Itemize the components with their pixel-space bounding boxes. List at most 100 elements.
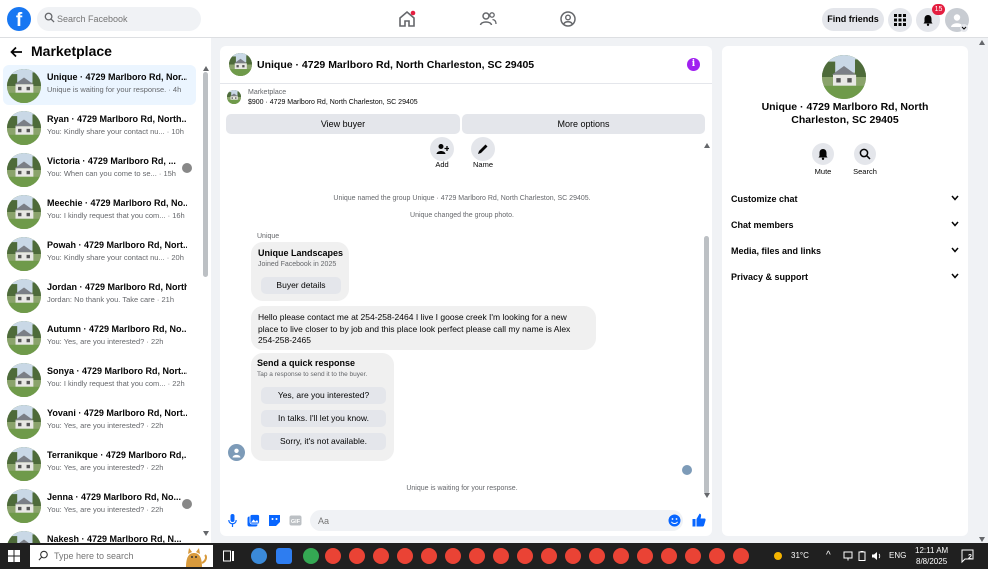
quick-response-yes[interactable]: Yes, are you interested? [261, 387, 386, 404]
taskbar-app-icon[interactable] [251, 548, 267, 564]
chrome-icon[interactable] [493, 548, 509, 564]
listing-price-address[interactable]: $900 · 4729 Marlboro Rd, North Charlesto… [248, 99, 418, 106]
emoji-icon[interactable] [668, 514, 681, 527]
chat-scrollbar[interactable] [704, 236, 709, 494]
chrome-icon[interactable] [469, 548, 485, 564]
privacy-support-section[interactable]: Privacy & support [731, 268, 963, 286]
facebook-logo[interactable]: f [7, 7, 31, 31]
name-group-button[interactable] [471, 137, 495, 161]
shield-app-icon[interactable] [276, 548, 292, 564]
clock-date[interactable]: 8/8/2025 [916, 557, 947, 566]
microphone-icon[interactable] [228, 514, 237, 527]
message-input-box[interactable] [310, 510, 683, 531]
search-input[interactable] [57, 11, 195, 27]
page-scroll-up-arrow[interactable] [979, 40, 985, 45]
search-box[interactable] [37, 7, 201, 31]
conversation-item[interactable]: Sonya · 4729 Marlboro Rd, Nort... You: I… [3, 359, 196, 399]
chrome-icon[interactable] [709, 548, 725, 564]
conversation-item[interactable]: Yovani · 4729 Marlboro Rd, Nort... You: … [3, 401, 196, 441]
chrome-icon[interactable] [421, 548, 437, 564]
battery-icon[interactable] [857, 551, 867, 561]
quick-response-in-talks[interactable]: In talks. I'll let you know. [261, 410, 386, 427]
sidebar-scrollbar[interactable] [203, 72, 208, 277]
scroll-down-arrow[interactable] [704, 493, 710, 498]
clock-time[interactable]: 12:11 AM [915, 546, 948, 555]
conversation-item[interactable]: Victoria · 4729 Marlboro Rd, ... You: Wh… [3, 149, 196, 189]
back-arrow-icon[interactable] [10, 46, 23, 58]
chrome-icon[interactable] [349, 548, 365, 564]
buyer-details-button[interactable]: Buyer details [261, 277, 341, 294]
find-friends-button[interactable]: Find friends [822, 8, 884, 31]
chrome-icon[interactable] [325, 548, 341, 564]
chat-members-section[interactable]: Chat members [731, 216, 963, 234]
chat-avatar[interactable] [229, 53, 252, 76]
taskbar-search-box[interactable] [30, 545, 213, 567]
chrome-icon[interactable] [565, 548, 581, 564]
mute-button[interactable] [812, 143, 834, 165]
conversation-item[interactable]: Meechie · 4729 Marlboro Rd, No... You: I… [3, 191, 196, 231]
chrome-icon[interactable] [637, 548, 653, 564]
chevron-up-icon[interactable]: ^ [826, 550, 831, 561]
search-in-chat-button[interactable] [854, 143, 876, 165]
chrome-icon[interactable] [397, 548, 413, 564]
groups-icon[interactable] [558, 9, 578, 29]
chrome-icon[interactable] [661, 548, 677, 564]
chrome-icon[interactable] [685, 548, 701, 564]
chrome-icon[interactable] [733, 548, 749, 564]
svg-text:GIF: GIF [291, 519, 301, 525]
weather-temperature[interactable]: 31°C [791, 551, 809, 560]
weather-sun-icon[interactable] [771, 549, 785, 563]
conversation-item[interactable]: Terranikque · 4729 Marlboro Rd,... You: … [3, 443, 196, 483]
section-label: Customize chat [731, 194, 798, 204]
taskbar-search-input[interactable] [54, 549, 174, 563]
marketplace-sidebar: Marketplace Unique · 4729 Marlboro Rd, N… [0, 38, 211, 543]
more-options-button[interactable]: More options [462, 114, 705, 134]
conversation-item[interactable]: Unique · 4729 Marlboro Rd, Nor... Unique… [3, 65, 196, 105]
search-label: Search [853, 167, 877, 176]
home-icon[interactable] [397, 9, 417, 29]
chat-title[interactable]: Unique · 4729 Marlboro Rd, North Charles… [257, 59, 534, 71]
scroll-up-arrow[interactable] [704, 143, 710, 148]
scroll-up-arrow[interactable] [203, 66, 209, 71]
media-files-links-section[interactable]: Media, files and links [731, 242, 963, 260]
chrome-icon[interactable] [517, 548, 533, 564]
chrome-icon[interactable] [303, 548, 319, 564]
message-input[interactable] [318, 513, 658, 528]
scroll-down-arrow[interactable] [203, 531, 209, 536]
conversation-item[interactable]: Ryan · 4729 Marlboro Rd, North... You: K… [3, 107, 196, 147]
chevron-down-icon [951, 195, 959, 201]
chrome-icon[interactable] [541, 548, 557, 564]
conversation-item[interactable]: Jenna · 4729 Marlboro Rd, No... You: Yes… [3, 485, 196, 525]
conversation-item[interactable]: Powah · 4729 Marlboro Rd, Nort... You: K… [3, 233, 196, 273]
info-icon[interactable]: i [687, 58, 700, 71]
gif-icon[interactable]: GIF [289, 515, 302, 526]
add-member-button[interactable] [430, 137, 454, 161]
windows-start-icon[interactable] [8, 550, 20, 562]
network-icon[interactable] [843, 551, 853, 561]
sticker-icon[interactable] [268, 514, 281, 527]
task-view-icon[interactable] [223, 550, 235, 562]
friends-icon[interactable] [478, 9, 498, 29]
conversation-item[interactable]: Autumn · 4729 Marlboro Rd, No... You: Ye… [3, 317, 196, 357]
grid-icon [894, 14, 906, 26]
input-language[interactable]: ENG [889, 551, 906, 560]
account-avatar[interactable] [945, 8, 969, 32]
chrome-icon[interactable] [589, 548, 605, 564]
customize-chat-section[interactable]: Customize chat [731, 190, 963, 208]
bell-icon [923, 15, 933, 26]
conversation-snippet: You: Kindly share your contact nu... · 1… [47, 127, 184, 136]
chrome-icon[interactable] [373, 548, 389, 564]
menu-grid-button[interactable] [888, 8, 912, 32]
thumbs-up-icon[interactable] [692, 513, 706, 527]
sender-avatar[interactable] [228, 444, 245, 461]
quick-response-not-available[interactable]: Sorry, it's not available. [261, 433, 386, 450]
conversation-item[interactable]: Nakesh · 4729 Marlboro Rd, N... [3, 527, 196, 543]
photo-icon[interactable] [247, 514, 260, 527]
volume-icon[interactable] [871, 551, 882, 561]
conversation-item[interactable]: Jordan · 4729 Marlboro Rd, North... Jord… [3, 275, 196, 315]
page-scroll-down-arrow[interactable] [979, 537, 985, 542]
view-buyer-button[interactable]: View buyer [226, 114, 460, 134]
chrome-icon[interactable] [613, 548, 629, 564]
conversation-name: Jenna · 4729 Marlboro Rd, No... [47, 492, 182, 502]
chrome-icon[interactable] [445, 548, 461, 564]
